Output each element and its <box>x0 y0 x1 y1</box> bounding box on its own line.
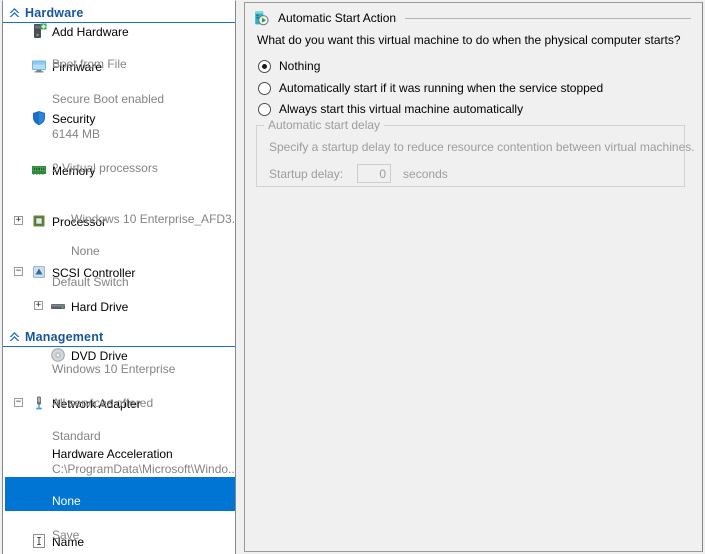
header-rule <box>405 17 691 19</box>
tree-item-hardware-acceleration[interactable]: Hardware Acceleration <box>3 445 235 462</box>
tree-item-sublabel: C:\ProgramData\Microsoft\Windo... <box>52 462 236 476</box>
tree-item-label: Hard Drive <box>71 299 129 314</box>
tree-item-sublabel: All services offered <box>52 396 154 410</box>
radio-label: Automatically start if it was running wh… <box>279 81 604 95</box>
section-title-management: Management <box>25 329 104 344</box>
tree-item-sub: Secure Boot enabled <box>3 92 235 108</box>
tree-item-sublabel: Secure Boot enabled <box>52 92 165 106</box>
collapse-chevron-icon[interactable] <box>3 7 25 18</box>
tree-item-add-hardware[interactable]: Add Hardware <box>3 23 235 40</box>
tree-item-sublabel: None <box>71 244 100 258</box>
settings-tree: Hardware Add Hardware Firmware Boot from… <box>3 1 235 549</box>
tree-item-sub: None <box>3 494 235 510</box>
groupbox-legend: Automatic start delay <box>264 118 385 132</box>
dvd-drive-icon <box>50 347 66 363</box>
tree-item-sub: All services offered <box>3 396 235 412</box>
tree-expander-hard-drive[interactable]: + <box>34 301 43 310</box>
tree-item-sub: None <box>3 244 235 260</box>
radio-option-always-start[interactable]: Always start this virtual machine automa… <box>258 102 523 116</box>
tree-item-sublabel: None <box>52 494 81 508</box>
groupbox-description: Specify a startup delay to reduce resour… <box>269 140 695 154</box>
security-shield-icon <box>31 110 47 126</box>
startup-delay-label: Startup delay: <box>269 166 344 181</box>
settings-tree-panel[interactable]: Hardware Add Hardware Firmware Boot from… <box>2 0 236 554</box>
tree-item-label: Hardware Acceleration <box>52 446 173 461</box>
tree-item-sub: 2 Virtual processors <box>3 161 235 177</box>
tree-item-security[interactable]: Security <box>3 110 235 127</box>
tree-item-sub: Standard <box>3 429 235 445</box>
tree-item-sublabel: 2 Virtual processors <box>52 161 158 175</box>
tree-item-sublabel: Windows 10 Enterprise <box>52 362 176 376</box>
tree-item-sub: 6144 MB <box>3 127 235 143</box>
radio-button-always-start[interactable] <box>258 102 271 116</box>
tree-item-sublabel: Standard <box>52 429 101 443</box>
tree-item-label: Security <box>52 111 96 126</box>
radio-label: Always start this virtual machine automa… <box>279 102 524 116</box>
radio-label: Nothing <box>279 59 321 73</box>
section-header-management[interactable]: Management <box>3 327 235 347</box>
tree-item-label: DVD Drive <box>71 348 128 363</box>
hyperv-settings-window: Hardware Add Hardware Firmware Boot from… <box>0 0 705 554</box>
tree-item-sub: Default Switch <box>3 275 235 291</box>
startup-delay-unit: seconds <box>403 166 448 181</box>
add-hardware-icon <box>31 23 47 39</box>
tree-item-label: Add Hardware <box>52 24 129 39</box>
question-text: What do you want this virtual machine to… <box>257 33 681 47</box>
section-title-hardware: Hardware <box>25 5 84 20</box>
tree-item-sublabel: Save <box>52 528 80 542</box>
collapse-chevron-icon[interactable] <box>3 331 25 342</box>
tree-item-sub: Boot from File <box>3 57 235 73</box>
tree-item-hard-drive[interactable]: + Hard Drive <box>3 298 235 315</box>
startup-delay-row: Startup delay: 0 seconds <box>269 164 448 183</box>
tree-item-sub: C:\ProgramData\Microsoft\Windo... <box>3 462 235 478</box>
tree-item-sub: Windows 10 Enterprise <box>3 362 235 378</box>
radio-button-nothing[interactable] <box>258 59 271 73</box>
radio-option-automatically-start[interactable]: Automatically start if it was running wh… <box>258 81 603 95</box>
tree-item-sub: Save <box>3 528 235 544</box>
section-header-hardware[interactable]: Hardware <box>3 3 235 23</box>
tree-item-sublabel: Boot from File <box>52 57 127 71</box>
radio-button-automatically-start[interactable] <box>258 81 271 95</box>
tree-item-sublabel: 6144 MB <box>52 127 101 141</box>
hard-drive-icon <box>50 298 66 314</box>
radio-option-nothing[interactable]: Nothing <box>258 59 320 73</box>
tree-item-sublabel: Default Switch <box>52 275 129 289</box>
tree-item-sublabel: Windows 10 Enterprise_AFD3... <box>71 212 236 226</box>
panel-header: Automatic Start Action <box>253 9 693 27</box>
startup-delay-input[interactable]: 0 <box>357 164 392 183</box>
automatic-start-action-icon <box>253 10 269 26</box>
page-title: Automatic Start Action <box>278 11 397 25</box>
tree-item-sub: Windows 10 Enterprise_AFD3... <box>3 212 235 228</box>
